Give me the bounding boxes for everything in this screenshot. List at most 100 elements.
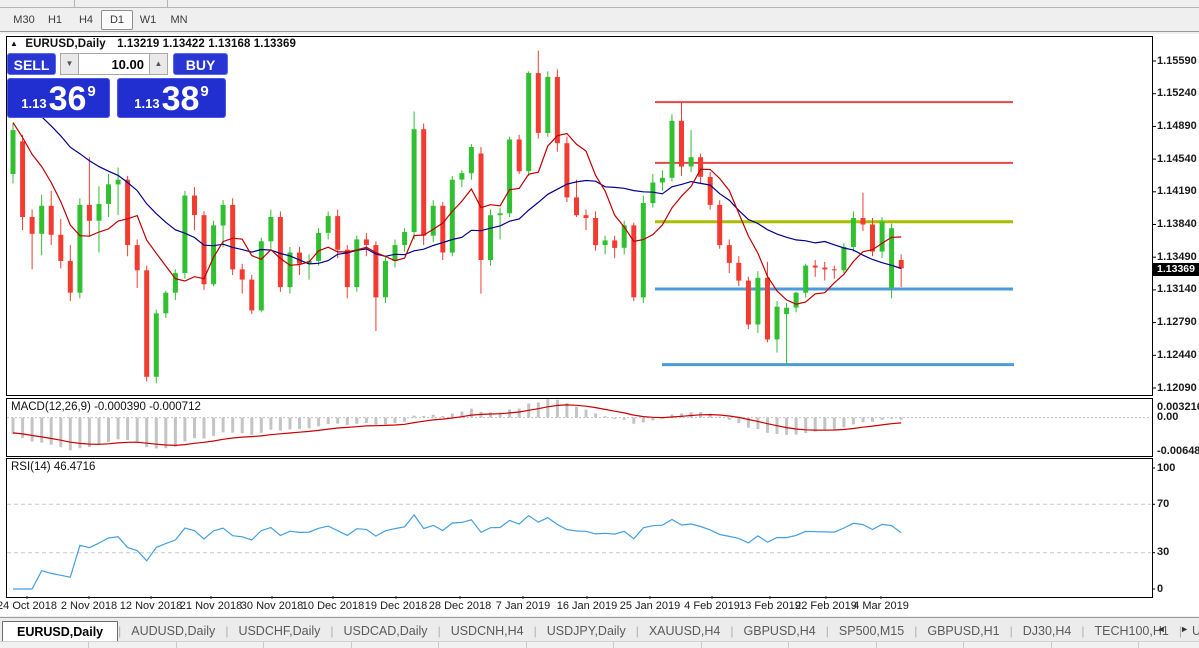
buy-price-big: 38 (161, 80, 200, 118)
current-price-tag: 1.13369 (1153, 263, 1199, 276)
candle-body (125, 179, 131, 246)
macd-histogram-bar (785, 417, 789, 435)
candle-body (258, 241, 264, 311)
sell-button[interactable]: SELL (7, 53, 56, 75)
candle-body (459, 173, 465, 180)
candle-body (516, 139, 522, 172)
macd-histogram-bar (727, 417, 731, 420)
candle-body (430, 205, 436, 236)
candle-body (831, 269, 837, 271)
macd-histogram-bar (641, 417, 645, 423)
macd-histogram-bar (403, 417, 407, 422)
candle-body (717, 204, 723, 246)
macd-histogram-bar (575, 406, 578, 418)
candle-body (106, 184, 111, 204)
candle-body (10, 130, 16, 174)
macd-histogram-bar (269, 417, 273, 430)
candle-body (48, 205, 54, 235)
candle-body (440, 205, 446, 253)
macd-histogram-bar (298, 417, 301, 429)
macd-histogram-bar (393, 417, 397, 424)
macd-histogram-bar (326, 417, 330, 424)
macd-histogram-bar (307, 417, 311, 429)
candle-body (812, 265, 818, 268)
candle-body (363, 239, 369, 245)
buy-price-prefix: 1.13 (134, 96, 160, 111)
candle-body (354, 239, 360, 287)
one-click-trade-panel: SELL ▼ 10.00 ▲ BUY 1.13 36 9 1.13 38 9 (7, 53, 229, 118)
candle-body (383, 260, 388, 298)
sell-price-prefix: 1.13 (21, 96, 47, 111)
macd-histogram-bar (107, 417, 110, 442)
candle-body (449, 179, 455, 253)
candle-body (554, 76, 560, 144)
macd-histogram-bar (384, 417, 387, 425)
macd-histogram-bar (832, 417, 836, 430)
macd-histogram-bar (517, 408, 521, 418)
sell-price-display[interactable]: 1.13 36 9 (7, 78, 110, 118)
candle-body (316, 232, 322, 261)
macd-histogram-bar (890, 417, 894, 419)
macd-histogram-bar (823, 417, 827, 431)
candle-body (134, 245, 140, 271)
macd-histogram-bar (450, 413, 454, 418)
candle-body (850, 218, 856, 247)
candle-body (793, 292, 799, 308)
candle-body (325, 216, 331, 233)
candle-body (755, 277, 761, 325)
candle-body (268, 217, 274, 242)
macd-histogram-bar (336, 417, 340, 424)
candle-body (421, 129, 427, 236)
candle-body (392, 245, 398, 261)
candle-body (249, 279, 255, 311)
macd-histogram-bar (49, 417, 53, 445)
candle-body (535, 73, 541, 133)
macd-histogram-bar (259, 417, 263, 433)
macd-histogram-bar (40, 417, 44, 443)
macd-histogram-bar (441, 416, 445, 418)
macd-histogram-bar (183, 417, 187, 442)
candle-body (545, 76, 551, 133)
buy-price-display[interactable]: 1.13 38 9 (117, 78, 226, 118)
macd-histogram-bar (622, 417, 626, 420)
volume-decrease-button[interactable]: ▼ (60, 53, 79, 75)
candle-body (497, 213, 503, 216)
candle-body (411, 129, 417, 232)
macd-histogram-bar (804, 417, 808, 433)
candle-body (58, 234, 64, 261)
volume-input[interactable]: 10.00 (79, 53, 149, 75)
macd-histogram-bar (603, 416, 607, 418)
candle-body (192, 195, 197, 216)
candle-body (67, 260, 73, 293)
candle-body (20, 141, 26, 217)
chart-header: ▲ EURUSD,Daily 1.13219 1.13422 1.13168 1… (10, 38, 296, 50)
candle-body (153, 313, 159, 377)
candle-body (688, 157, 694, 167)
macd-histogram-bar (250, 417, 254, 435)
candle-body (230, 204, 236, 270)
rsi-line (13, 513, 902, 590)
candle-body (698, 157, 704, 177)
macd-histogram-bar (231, 417, 235, 433)
macd-histogram-bar (126, 417, 130, 440)
sell-price-pip: 9 (87, 83, 96, 100)
macd-histogram-bar (97, 417, 101, 445)
macd-histogram-bar (355, 417, 359, 424)
macd-histogram-bar (489, 412, 492, 418)
volume-spinner: ▼ 10.00 ▲ (60, 53, 168, 75)
candle-body (736, 262, 742, 281)
candle-body (297, 252, 302, 264)
candle-body (574, 197, 579, 216)
candle-body (612, 240, 618, 248)
macd-histogram-bar (135, 417, 139, 442)
macd-histogram-bar (861, 417, 865, 423)
collapse-triangle-icon[interactable]: ▲ (10, 39, 18, 48)
macd-histogram-bar (364, 417, 368, 423)
volume-increase-button[interactable]: ▲ (149, 53, 168, 75)
macd-histogram-bar (632, 417, 636, 424)
macd-histogram-bar (68, 417, 72, 451)
macd-histogram-bar (536, 402, 540, 418)
buy-button[interactable]: BUY (173, 53, 228, 75)
candle-body (564, 143, 570, 198)
macd-histogram-bar (899, 417, 903, 420)
